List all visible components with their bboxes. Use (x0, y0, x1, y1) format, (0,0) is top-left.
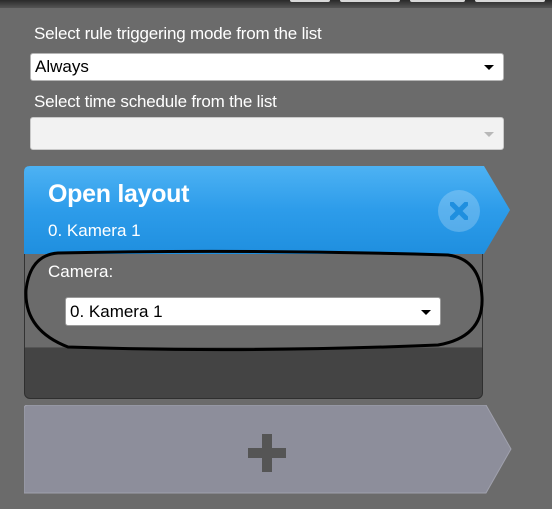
trigger-mode-select[interactable]: Always (30, 53, 504, 81)
highlight-ellipse (24, 249, 484, 352)
trigger-mode-value: Always (35, 57, 89, 76)
chevron-down-icon (484, 131, 494, 137)
top-edge (0, 0, 552, 8)
clipped-text-fragment (290, 0, 545, 2)
plus-icon (248, 434, 286, 472)
chevron-down-icon (484, 65, 494, 70)
action-subtitle: 0. Kamera 1 (48, 221, 141, 240)
schedule-label: Select time schedule from the list (34, 92, 277, 111)
close-icon (450, 202, 468, 220)
trigger-mode-label: Select rule triggering mode from the lis… (34, 24, 322, 43)
action-title: Open layout (48, 180, 190, 208)
schedule-select[interactable] (30, 117, 504, 150)
remove-action-button[interactable] (438, 190, 480, 232)
